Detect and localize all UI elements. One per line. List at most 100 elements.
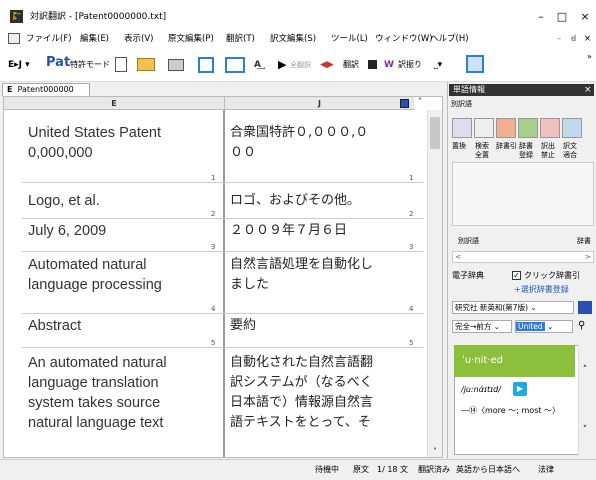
column-toggle-icon[interactable] <box>400 99 409 108</box>
row-separator <box>22 313 424 314</box>
select-dictionary-link[interactable]: +選択辞書登録 <box>514 285 569 294</box>
translate-icon[interactable]: ◀▶ <box>320 58 334 72</box>
scroll-down-icon[interactable]: ˅ <box>427 447 442 457</box>
printer-icon[interactable] <box>168 59 184 71</box>
stop-icon[interactable] <box>368 60 377 69</box>
dictionary-headword: ˈu·nit·ed <box>454 345 575 377</box>
target-row-5[interactable]: 要約 <box>230 316 256 336</box>
row-number: 1 <box>409 174 414 182</box>
scroll-up-icon[interactable]: ˄ <box>413 97 427 110</box>
document-pane[interactable]: E J ˄ United States Patent 0,000,000 合衆国特… <box>3 96 443 458</box>
alt-translation-label: 別訳語 <box>451 100 472 108</box>
layout-rows-icon[interactable] <box>225 57 245 73</box>
source-row-4[interactable]: Automated natural language processing <box>28 255 162 295</box>
replace-icon[interactable] <box>452 118 472 138</box>
direction-dropdown[interactable]: E▸J ▾ <box>8 58 30 72</box>
match-mode-select[interactable]: 完全→前方 ⌄ <box>452 320 512 333</box>
row-number: 2 <box>409 210 414 218</box>
source-row-3[interactable]: July 6, 2009 <box>28 221 106 241</box>
insert-blank-icon[interactable]: ⎵▾ <box>434 58 442 72</box>
window-title: 対訳翻訳 - [Patent0000000.txt] <box>30 12 167 22</box>
patent-icon[interactable]: Pat <box>46 56 70 70</box>
dictionary-register-icon[interactable] <box>518 118 538 138</box>
translate-all-button[interactable]: 全翻訳 <box>290 58 311 72</box>
source-row-5[interactable]: Abstract <box>28 316 81 336</box>
source-row-2[interactable]: Logo, et al. <box>28 191 100 211</box>
menu-file[interactable]: ファイル(F) <box>26 33 72 45</box>
scrollbar-thumb[interactable] <box>430 117 440 149</box>
click-lookup-checkbox[interactable]: ✓ <box>512 271 521 280</box>
dictionary-icon[interactable]: W <box>384 58 394 72</box>
word-info-close-button[interactable]: × <box>584 84 592 96</box>
row-number: 3 <box>409 243 414 251</box>
alt-translation-tab[interactable]: 別訳語 <box>458 237 479 246</box>
row-number: 3 <box>211 243 216 251</box>
menu-view[interactable]: 表示(V) <box>124 33 153 45</box>
tab-document[interactable]: E Patent000000 <box>2 83 90 96</box>
search-word-input[interactable]: United ⌄ <box>515 320 573 333</box>
dictionary-select[interactable]: 研究社 新英和(第7版) ⌄ <box>452 301 574 314</box>
column-divider[interactable] <box>223 110 225 457</box>
source-row-6[interactable]: An automated natural language translation… <box>28 353 167 433</box>
tool-label-register: 辞書 登録 <box>519 142 533 159</box>
target-row-2[interactable]: ロゴ、およびその他。 <box>230 191 360 211</box>
target-row-4[interactable]: 自然言語処理を自動化し ました <box>230 255 373 295</box>
binoculars-search-icon[interactable]: ⚲ <box>578 320 585 332</box>
translate-button[interactable]: 翻訳 <box>343 58 359 72</box>
status-source: 原文 <box>353 465 369 474</box>
menu-source-edit[interactable]: 原文編集(P) <box>168 33 214 45</box>
menu-edit[interactable]: 編集(E) <box>80 33 109 45</box>
status-field: 法律 <box>538 465 554 474</box>
row-number: 5 <box>409 339 414 347</box>
target-row-1[interactable]: 合衆国特許０,０００,０ ００ <box>230 123 368 163</box>
target-row-3[interactable]: ２００９年７月６日 <box>230 221 347 241</box>
dictionary-settings-icon[interactable] <box>578 301 592 314</box>
row-number: 1 <box>211 174 216 182</box>
dictionary-lookup-icon[interactable] <box>496 118 516 138</box>
font-size-icon[interactable]: A͢ <box>254 58 261 72</box>
tab-label: Patent000000 <box>17 85 74 94</box>
mdi-close-button[interactable]: × <box>584 33 591 45</box>
mdi-restore-button[interactable]: ꟈ <box>571 33 576 45</box>
vertical-scrollbar[interactable] <box>427 110 442 457</box>
translation-adapt-icon[interactable] <box>562 118 582 138</box>
horizontal-scrollbar[interactable]: < > <box>452 251 594 263</box>
search-replace-icon[interactable] <box>474 118 494 138</box>
panel-layout-icon[interactable] <box>466 55 484 73</box>
toolbar-overflow-icon[interactable]: » <box>587 50 592 64</box>
status-direction: 英語から日本語へ <box>456 465 520 474</box>
row-separator <box>22 218 424 219</box>
menu-target-edit[interactable]: 訳文編集(S) <box>270 33 316 45</box>
column-header-e[interactable]: E <box>4 97 224 110</box>
menu-window[interactable]: ウィンドウ(W) <box>375 33 433 45</box>
tool-label-replace: 置換 <box>452 142 466 150</box>
tool-label-lookup: 辞書引 <box>496 142 517 150</box>
open-folder-icon[interactable] <box>137 58 155 71</box>
source-row-1[interactable]: United States Patent 0,000,000 <box>28 123 161 163</box>
translation-prohibit-icon[interactable] <box>540 118 560 138</box>
menu-tools[interactable]: ツール(L) <box>331 33 368 45</box>
layout-columns-icon[interactable] <box>198 57 214 73</box>
mdi-minimize-button[interactable]: – <box>557 33 561 45</box>
dictionary-scrollbar[interactable]: ˄ ˅ <box>578 345 591 455</box>
status-translated: 翻訳済み <box>418 465 450 474</box>
document-menu-icon[interactable] <box>8 33 20 44</box>
status-sentence-count: 1/ 18 文 <box>377 465 409 474</box>
close-button[interactable]: × <box>570 6 596 28</box>
dictionary-tab[interactable]: 辞書 <box>577 237 591 246</box>
target-row-6[interactable]: 自動化された自然言語翻 訳システムが（なるべく 日本語で）情報源自然言 語テキストをと… <box>230 353 373 433</box>
new-document-icon[interactable] <box>115 57 127 72</box>
menu-help[interactable]: ヘルプ(H) <box>430 33 469 45</box>
tool-label-prohibit: 訳出 禁止 <box>541 142 555 159</box>
alt-translation-list[interactable] <box>452 162 594 226</box>
play-audio-icon[interactable]: ▶ <box>513 382 527 396</box>
click-lookup-label: クリック辞書引 <box>524 271 580 280</box>
menu-translate[interactable]: 翻訳(T) <box>226 33 255 45</box>
status-state: 待機中 <box>315 465 339 474</box>
assign-translation-button[interactable]: 訳振り <box>398 58 422 72</box>
translate-all-play-icon[interactable]: ▶ <box>278 58 286 72</box>
word-info-header: 単語情報 <box>449 84 594 96</box>
tool-label-adapt: 訳文 適合 <box>563 142 577 159</box>
column-header-j[interactable]: J <box>224 97 414 110</box>
row-separator <box>22 182 424 183</box>
